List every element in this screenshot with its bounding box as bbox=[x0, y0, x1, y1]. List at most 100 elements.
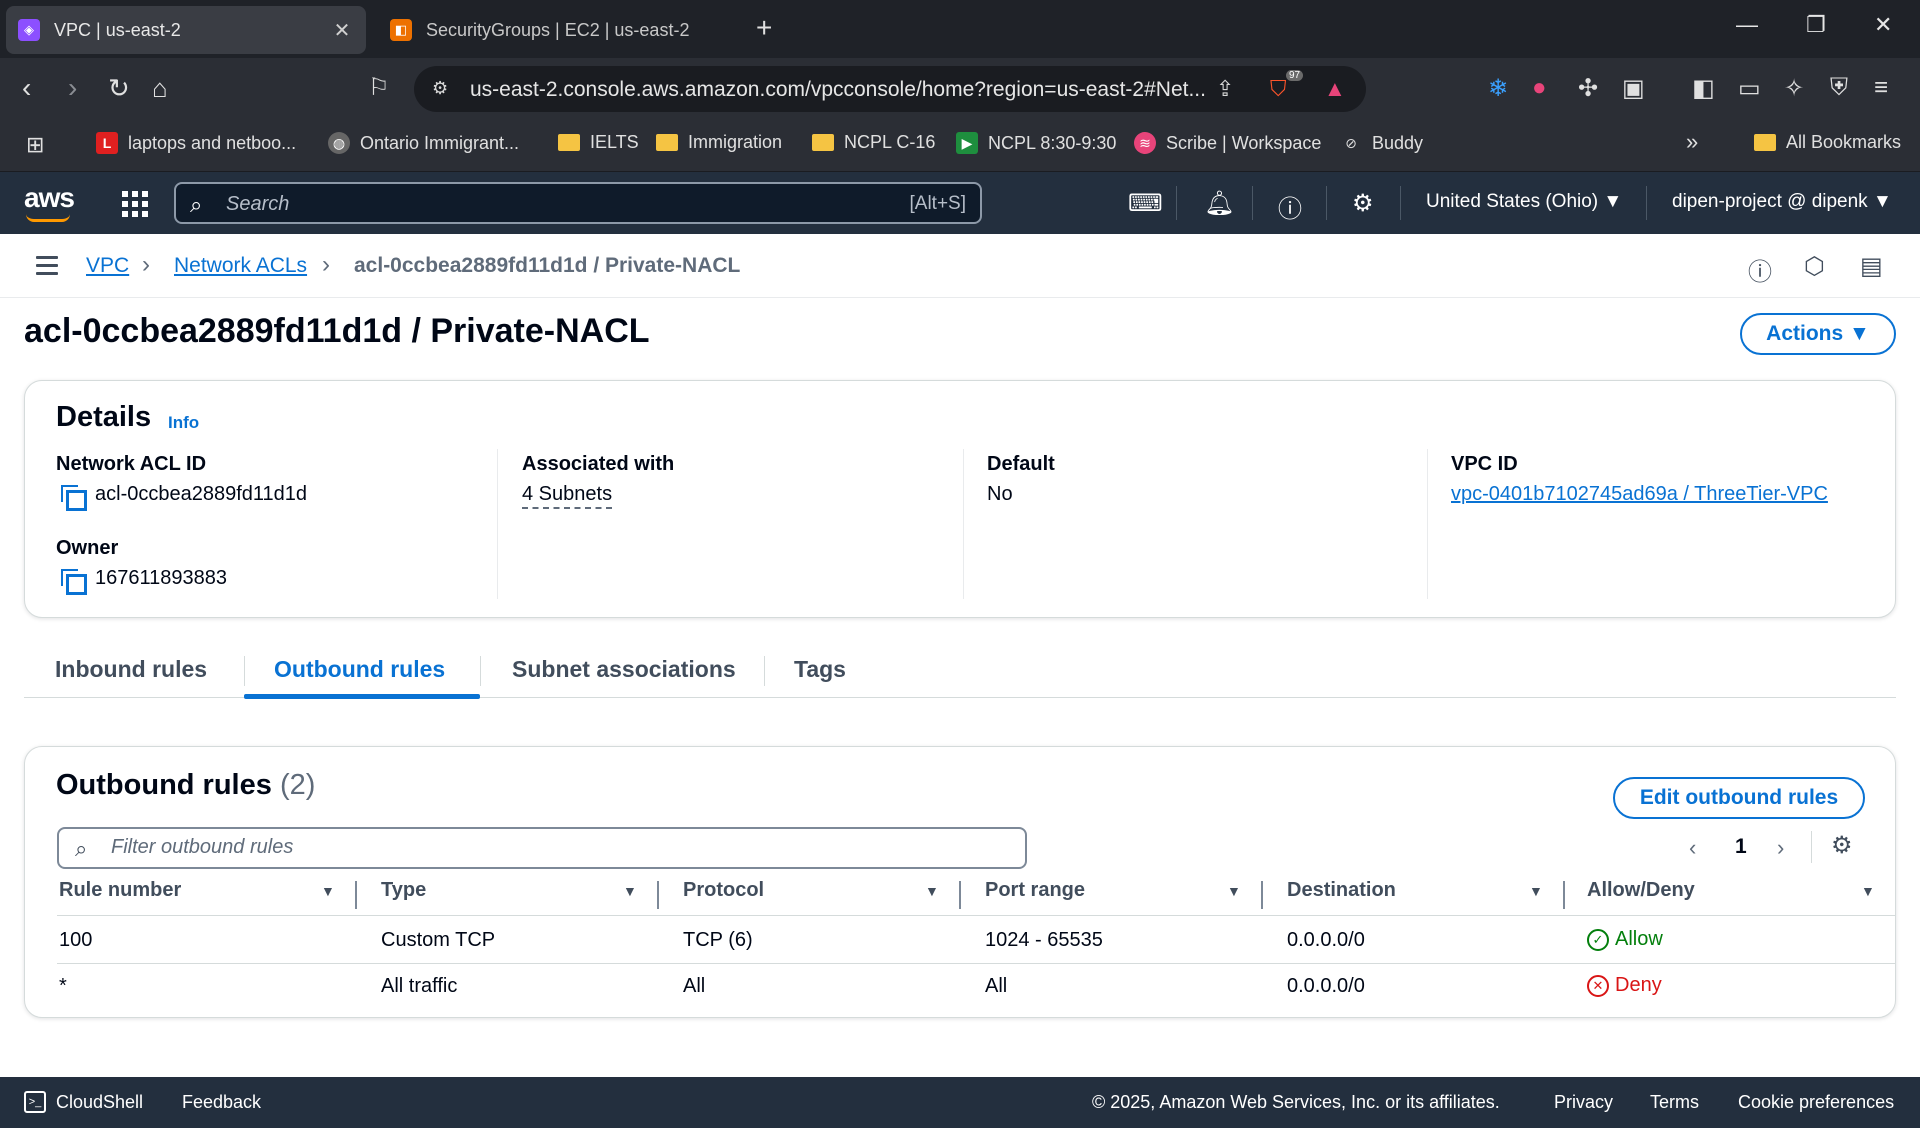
extension-scribe-icon[interactable]: ● bbox=[1532, 74, 1547, 102]
table-settings-gear-icon[interactable]: ⚙ bbox=[1831, 831, 1853, 860]
bookmark-scribe[interactable]: ≋ Scribe | Workspace bbox=[1134, 132, 1321, 154]
col-protocol[interactable]: Protocol ▼ bbox=[683, 879, 953, 915]
vpc-id-link[interactable]: vpc-0401b7102745ad69a / ThreeTier-VPC bbox=[1451, 483, 1828, 506]
site-settings-icon[interactable]: ⚙ bbox=[432, 78, 448, 99]
bookmarks-bar: ⊞ Llaptops and netboo... ◍ Ontario Immigr… bbox=[0, 120, 1920, 172]
restore-icon[interactable]: ❐ bbox=[1806, 12, 1826, 38]
actions-button[interactable]: Actions ▼ bbox=[1740, 313, 1896, 355]
tab-subnet-associations[interactable]: Subnet associations bbox=[512, 656, 736, 683]
next-page-icon[interactable]: › bbox=[1777, 835, 1784, 861]
sort-caret-icon[interactable]: ▼ bbox=[1861, 883, 1875, 899]
side-nav-menu-icon[interactable] bbox=[36, 256, 58, 280]
sort-caret-icon[interactable]: ▼ bbox=[321, 883, 335, 899]
network-acl-id-label: Network ACL ID bbox=[56, 453, 207, 475]
feedback-panel-icon[interactable]: ▤ bbox=[1860, 252, 1883, 281]
reader-mode-icon[interactable]: ▣ bbox=[1622, 74, 1645, 103]
associated-with-label: Associated with bbox=[522, 453, 675, 475]
page-number[interactable]: 1 bbox=[1735, 835, 1747, 859]
browser-tab-ec2[interactable]: ◧ SecurityGroups | EC2 | us-east-2 bbox=[378, 6, 738, 54]
minimize-icon[interactable]: — bbox=[1736, 12, 1758, 38]
services-grid-icon[interactable] bbox=[122, 191, 148, 217]
col-destination[interactable]: Destination ▼ bbox=[1287, 879, 1557, 915]
bookmark-ielts[interactable]: IELTS bbox=[558, 132, 639, 153]
close-tab-icon[interactable]: ✕ bbox=[330, 18, 354, 43]
address-bar[interactable]: ⚙ us-east-2.console.aws.amazon.com/vpcco… bbox=[414, 66, 1366, 112]
bookmark-label: NCPL 8:30-9:30 bbox=[988, 132, 1117, 153]
sort-caret-icon[interactable]: ▼ bbox=[925, 883, 939, 899]
settings-gear-icon[interactable]: ⚙ bbox=[1352, 189, 1374, 218]
tab-inbound-rules[interactable]: Inbound rules bbox=[55, 656, 207, 683]
sort-caret-icon[interactable]: ▼ bbox=[623, 883, 637, 899]
col-rule-number[interactable]: Rule number ▼ bbox=[59, 879, 349, 915]
bookmark-ncpl-c16[interactable]: NCPL C-16 bbox=[812, 132, 935, 153]
cloudshell-icon[interactable]: ⌨ bbox=[1128, 189, 1163, 218]
new-tab-plus-icon[interactable]: + bbox=[756, 14, 772, 42]
feedback-link[interactable]: Feedback bbox=[182, 1092, 261, 1113]
region-selector[interactable]: United States (Ohio) ▼ bbox=[1426, 191, 1622, 213]
cell-type: All traffic bbox=[381, 975, 458, 997]
aws-search-bar[interactable]: ⌕ Search [Alt+S] bbox=[174, 182, 982, 224]
leo-ai-icon[interactable]: ✧ bbox=[1784, 74, 1804, 103]
extension-snowflake-icon[interactable]: ❄ bbox=[1488, 74, 1508, 103]
security-hub-icon[interactable]: ⬡ bbox=[1804, 252, 1825, 281]
help-icon[interactable]: ⓘ bbox=[1278, 189, 1302, 224]
all-bookmarks[interactable]: All Bookmarks bbox=[1754, 132, 1901, 153]
bookmark-ontario[interactable]: ◍ Ontario Immigrant... bbox=[328, 132, 519, 154]
bookmarks-overflow-icon[interactable]: » bbox=[1686, 129, 1698, 155]
associated-subnets-link[interactable]: 4 Subnets bbox=[522, 483, 613, 509]
breadcrumb: VPC › Network ACLs › acl-0ccbea2889fd11d… bbox=[0, 234, 1920, 298]
filter-input[interactable] bbox=[111, 836, 991, 859]
apps-grid-icon[interactable]: ⊞ bbox=[26, 132, 44, 158]
info-panel-icon[interactable]: ⓘ bbox=[1748, 252, 1772, 287]
home-icon[interactable]: ⌂ bbox=[152, 72, 168, 104]
edit-outbound-rules-button[interactable]: Edit outbound rules bbox=[1613, 777, 1865, 819]
vpn-icon[interactable]: ⛨ bbox=[1830, 74, 1848, 102]
url-text[interactable]: us-east-2.console.aws.amazon.com/vpccons… bbox=[470, 78, 1206, 102]
col-type[interactable]: Type ▼ bbox=[381, 879, 651, 915]
reload-icon[interactable]: ↻ bbox=[108, 72, 130, 104]
forward-icon[interactable]: › bbox=[68, 72, 77, 104]
bookmark-icon[interactable]: ⚐ bbox=[368, 72, 390, 104]
account-menu[interactable]: dipen-project @ dipenk ▼ bbox=[1672, 191, 1892, 213]
browser-tab-title: VPC | us-east-2 bbox=[54, 19, 181, 40]
breadcrumb-vpc[interactable]: VPC bbox=[86, 254, 129, 278]
x-circle-icon: ✕ bbox=[1587, 974, 1609, 997]
prev-page-icon[interactable]: ‹ bbox=[1689, 835, 1696, 861]
sidebar-icon[interactable]: ◧ bbox=[1692, 74, 1715, 103]
copy-icon[interactable] bbox=[61, 485, 87, 511]
brave-rewards-icon[interactable]: ▲ bbox=[1324, 76, 1346, 102]
privacy-link[interactable]: Privacy bbox=[1554, 1092, 1613, 1113]
terms-link[interactable]: Terms bbox=[1650, 1092, 1699, 1113]
tab-outbound-rules[interactable]: Outbound rules bbox=[274, 656, 445, 683]
rules-tabs: Inbound rules Outbound rules Subnet asso… bbox=[24, 640, 1896, 699]
share-icon[interactable]: ⇪ bbox=[1216, 76, 1234, 102]
notifications-bell-icon[interactable]: 🔔︎ bbox=[1204, 189, 1234, 218]
copy-icon[interactable] bbox=[61, 569, 87, 595]
breadcrumb-network-acls[interactable]: Network ACLs bbox=[174, 254, 307, 278]
bookmark-immigration[interactable]: Immigration bbox=[656, 132, 782, 153]
sort-caret-icon[interactable]: ▼ bbox=[1529, 883, 1543, 899]
cookie-preferences-link[interactable]: Cookie preferences bbox=[1738, 1092, 1894, 1113]
tab-tags[interactable]: Tags bbox=[794, 656, 846, 683]
cloudshell-link[interactable]: CloudShell bbox=[56, 1092, 143, 1113]
status-badge-allow: ✓ Allow bbox=[1587, 928, 1663, 951]
search-placeholder: Search bbox=[226, 193, 290, 215]
cloudshell-icon[interactable]: >_ bbox=[24, 1091, 46, 1113]
window-close-icon[interactable]: ✕ bbox=[1874, 12, 1892, 38]
extensions-puzzle-icon[interactable]: ✣ bbox=[1578, 74, 1598, 103]
aws-logo[interactable]: aws bbox=[24, 182, 75, 222]
wallet-icon[interactable]: ▭ bbox=[1738, 74, 1761, 103]
col-port-range[interactable]: Port range ▼ bbox=[985, 879, 1255, 915]
copyright-text: © 2025, Amazon Web Services, Inc. or its… bbox=[1092, 1092, 1500, 1112]
col-allow-deny[interactable]: Allow/Deny ▼ bbox=[1587, 879, 1887, 915]
sort-caret-icon[interactable]: ▼ bbox=[1227, 883, 1241, 899]
info-link[interactable]: Info bbox=[168, 413, 199, 433]
menu-icon[interactable]: ≡ bbox=[1874, 74, 1888, 102]
bookmark-ncpl-830[interactable]: ▶ NCPL 8:30-9:30 bbox=[956, 132, 1116, 154]
browser-tab-vpc[interactable]: ◈ VPC | us-east-2 ✕ bbox=[6, 6, 366, 54]
brave-shield-icon[interactable]: ⛉ bbox=[1270, 76, 1287, 102]
back-icon[interactable]: ‹ bbox=[22, 72, 31, 104]
bookmark-buddy[interactable]: ⊘ Buddy bbox=[1340, 132, 1423, 154]
bookmark-laptops[interactable]: Llaptops and netboo... bbox=[96, 132, 296, 154]
filter-outbound-rules[interactable]: ⌕ bbox=[57, 827, 1027, 869]
